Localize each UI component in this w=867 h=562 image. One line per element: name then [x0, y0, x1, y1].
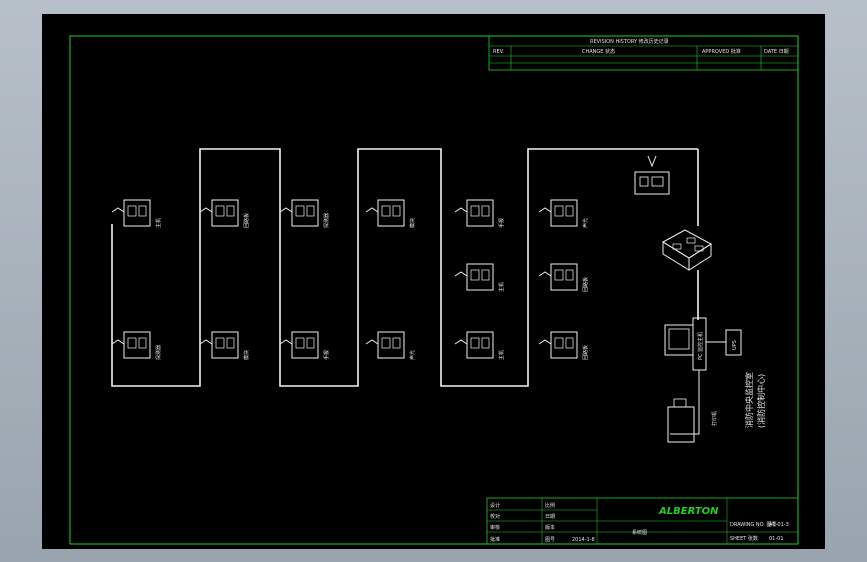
device-module: 手报: [454, 199, 505, 228]
tb-left-label-3: 批准: [490, 536, 500, 543]
rev-col-approved: APPROVED 批准: [702, 48, 741, 55]
device-module: 探测器: [279, 199, 330, 228]
pc-workstation: PC 监控主机: [664, 317, 707, 371]
device-label: 声光: [582, 218, 589, 228]
control-room-label: 消防中央监控室: [744, 372, 754, 428]
device-label: 回路板: [582, 345, 589, 360]
control-room-sublabel: (消防控制中心): [756, 374, 766, 428]
tb-left-label-2: 审核: [490, 524, 500, 531]
tb-mid-label-3: 图号: [545, 537, 555, 543]
tb-right-label-1: SHEET 张数: [730, 535, 758, 542]
revision-table: REVISION HISTORY 修改历史记录 REV. CHANGE 状态 A…: [488, 35, 799, 71]
ups-label: UPS: [732, 340, 738, 350]
printer-label: 打印机: [711, 411, 718, 426]
device-label: 手报: [498, 218, 505, 228]
device-label: 回路板: [243, 213, 250, 228]
tb-right-value-1: 01-01: [769, 536, 784, 542]
tb-left-label-0: 设计: [490, 502, 500, 509]
device-label: 声光: [409, 350, 416, 360]
drawing-title: 系统图: [632, 529, 647, 536]
device-label: 模块: [243, 350, 250, 360]
company-logo: ALBERTON: [658, 506, 719, 517]
tb-mid-label-1: 日期: [545, 514, 555, 520]
tb-mid-label-0: 比例: [545, 502, 555, 509]
device-label: 主机: [155, 218, 162, 228]
drawing-sheet: REVISION HISTORY 修改历史记录 REV. CHANGE 状态 A…: [42, 14, 825, 549]
rev-col-date: DATE 日期: [764, 49, 789, 55]
device-module: 主机: [454, 263, 505, 292]
device-module: 模块: [199, 331, 250, 360]
device-module: 主机: [111, 199, 162, 228]
ups-unit: UPS: [706, 329, 742, 356]
device-modules: 主机 回路板 探测器 模块 手报 声光主机 回路板探测器 模块 手报 声光 主机 回路板: [111, 199, 589, 360]
device-module: 回路板: [538, 331, 589, 360]
device-label: 探测器: [155, 345, 162, 360]
device-label: 主机: [498, 282, 505, 292]
device-module: 回路板: [199, 199, 250, 228]
device-label: 主机: [498, 350, 505, 360]
rev-col-rev: REV.: [493, 49, 504, 55]
device-module: 模块: [365, 199, 416, 228]
drawing-frame: [69, 35, 799, 545]
tb-date: 2014-1-8: [572, 537, 595, 543]
device-label: 探测器: [323, 213, 330, 228]
bus-wiring: [111, 148, 699, 387]
device-label: 手报: [323, 350, 330, 360]
device-label: 回路板: [582, 277, 589, 292]
network-hub: [662, 229, 712, 271]
device-module: 主机: [454, 331, 505, 360]
tb-mid-label-2: 版本: [545, 524, 555, 531]
rev-col-change: CHANGE 状态: [582, 48, 615, 55]
system-diagram: REVISION HISTORY 修改历史记录 REV. CHANGE 状态 A…: [69, 35, 799, 545]
pc-label: PC 监控主机: [697, 332, 704, 360]
tb-left-label-1: 校对: [490, 513, 500, 520]
device-module: 声光: [538, 199, 589, 228]
device-label: 模块: [409, 218, 416, 228]
revision-header: REVISION HISTORY 修改历史记录: [590, 38, 669, 45]
tb-right-value-0: A1-01-3: [769, 522, 789, 528]
device-module: 探测器: [111, 331, 162, 360]
device-module: 手报: [279, 331, 330, 360]
printer: 打印机: [667, 398, 718, 443]
title-block: 设计 校对 审核 批准 比例 日期 版本 图号 2014-1-8 ALBERTO…: [486, 497, 799, 545]
device-module: 声光: [365, 331, 416, 360]
device-module: 回路板: [538, 263, 589, 292]
control-panel: [634, 155, 670, 195]
